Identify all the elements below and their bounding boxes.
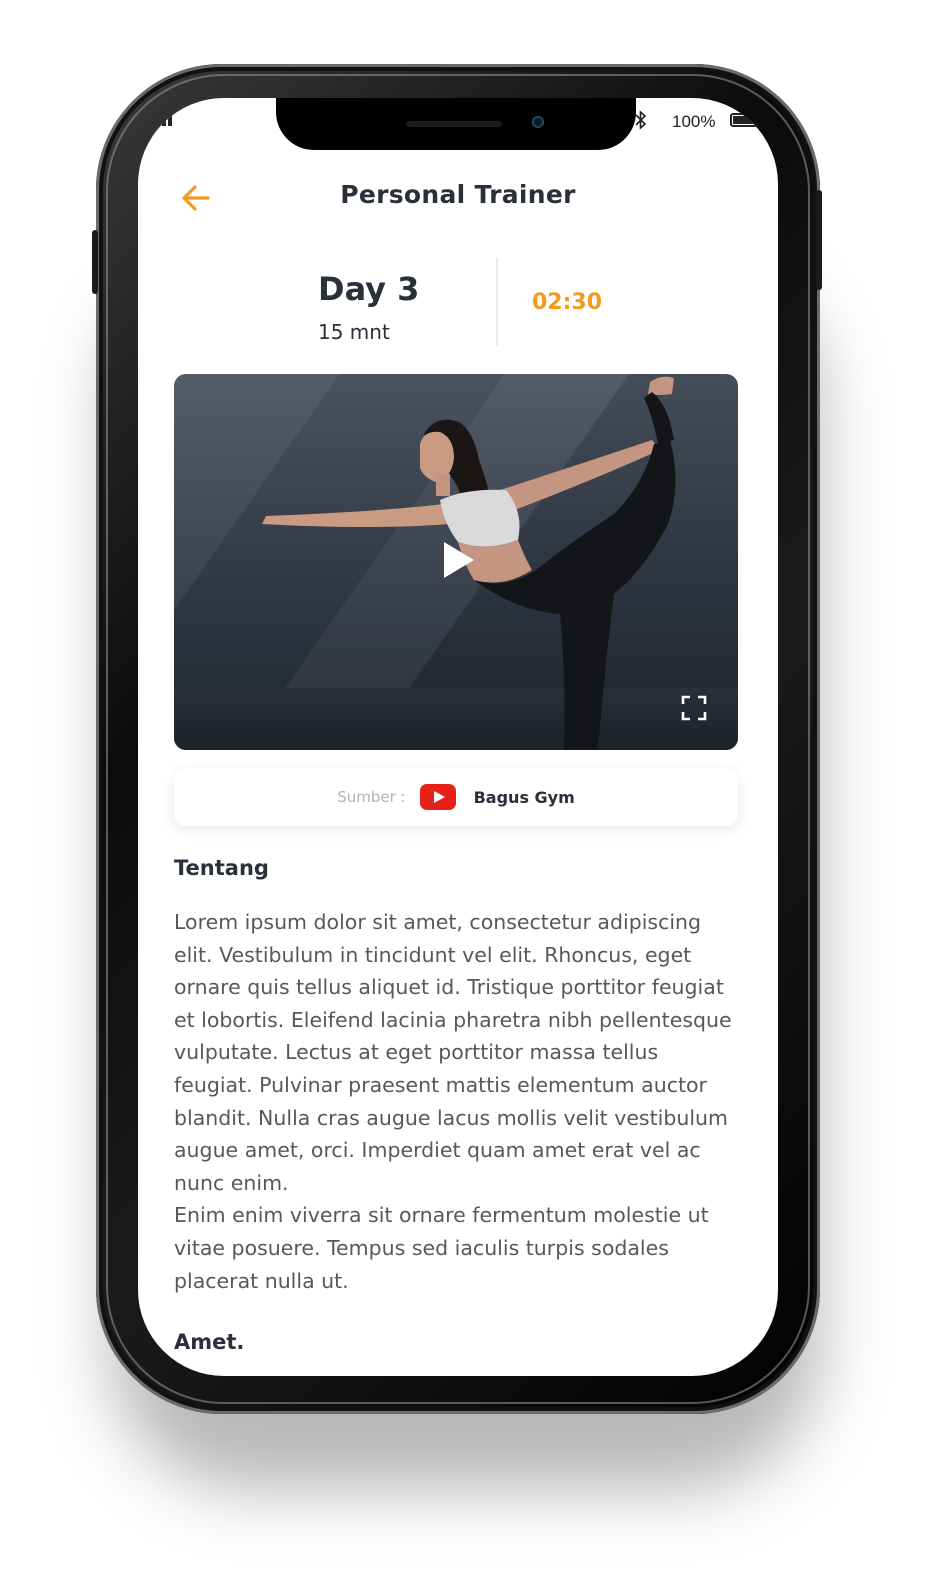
fullscreen-icon bbox=[681, 695, 707, 721]
about-section-title: Tentang bbox=[174, 856, 269, 880]
day-title: Day 3 bbox=[318, 270, 420, 308]
speaker-grille bbox=[406, 121, 502, 127]
video-player[interactable] bbox=[174, 374, 738, 750]
page-title: Personal Trainer bbox=[340, 180, 576, 209]
about-description: Lorem ipsum dolor sit amet, consectetur … bbox=[174, 906, 740, 1297]
bluetooth-icon bbox=[634, 110, 648, 135]
phone-side-button bbox=[816, 190, 822, 290]
about-paragraph-1: Lorem ipsum dolor sit amet, consectetur … bbox=[174, 910, 732, 1195]
signal-icon bbox=[156, 114, 172, 126]
divider bbox=[496, 258, 498, 346]
timer-display: 02:30 bbox=[532, 290, 603, 315]
play-icon bbox=[444, 542, 474, 578]
next-section-title: Amet. bbox=[174, 1330, 245, 1354]
source-channel-name[interactable]: Bagus Gym bbox=[474, 788, 575, 807]
battery-percent: 100% bbox=[672, 112, 716, 131]
phone-notch bbox=[276, 98, 636, 150]
video-source-card: Sumber : Bagus Gym bbox=[174, 768, 738, 826]
battery-icon bbox=[730, 113, 758, 127]
play-button[interactable] bbox=[438, 538, 478, 582]
phone-volume-button bbox=[92, 230, 98, 294]
app-screen: 100% Personal Trainer Day 3 15 mnt 02:30 bbox=[138, 98, 778, 1376]
youtube-icon[interactable] bbox=[419, 784, 456, 810]
front-camera bbox=[532, 116, 544, 128]
source-label: Sumber : bbox=[337, 788, 406, 806]
about-paragraph-2: Enim enim viverra sit ornare fermentum m… bbox=[174, 1203, 709, 1293]
fullscreen-button[interactable] bbox=[680, 694, 708, 722]
session-duration: 15 mnt bbox=[318, 320, 390, 344]
